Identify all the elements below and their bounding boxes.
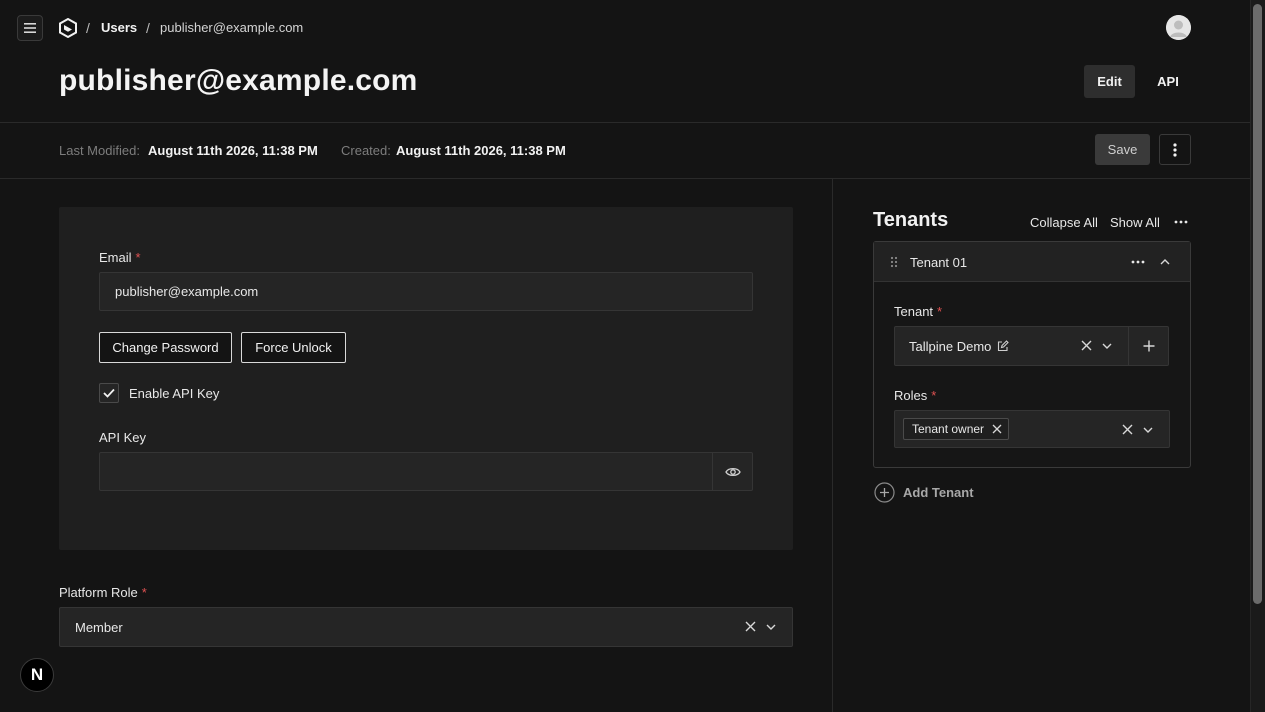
last-modified-label: Last Modified: <box>59 143 140 158</box>
tenant-label: Tenant * <box>894 304 942 319</box>
plus-icon <box>1143 340 1155 352</box>
platform-role-label: Platform Role * <box>59 585 147 600</box>
required-marker: * <box>931 388 937 403</box>
scrollbar-thumb[interactable] <box>1253 4 1262 604</box>
avatar-icon[interactable] <box>1166 15 1191 40</box>
nav-toggle-button[interactable] <box>17 15 43 41</box>
created-label: Created: <box>341 143 391 158</box>
tab-api[interactable]: API <box>1145 65 1191 98</box>
clear-icon[interactable] <box>745 621 756 632</box>
collapse-all-button[interactable]: Collapse All <box>1030 215 1098 230</box>
edit-icon[interactable] <box>997 340 1010 352</box>
divider <box>0 122 1250 123</box>
logo-icon[interactable] <box>58 18 78 38</box>
roles-label-text: Roles <box>894 388 928 403</box>
email-label: Email * <box>99 250 141 265</box>
api-key-label: API Key <box>99 430 146 445</box>
check-icon <box>103 388 115 398</box>
email-input[interactable]: publisher@example.com <box>99 272 753 311</box>
chevron-up-icon <box>1160 259 1170 265</box>
select-divider <box>1128 327 1129 365</box>
remove-chip-icon[interactable] <box>992 424 1002 434</box>
change-password-button[interactable]: Change Password <box>99 332 232 363</box>
more-horizontal-icon <box>1174 220 1188 224</box>
eye-icon <box>724 467 741 476</box>
tenant-row-more-button[interactable] <box>1131 260 1145 264</box>
api-key-input[interactable] <box>99 452 753 491</box>
roles-label: Roles * <box>894 388 936 403</box>
platform-role-value: Member <box>75 619 123 635</box>
more-options-button[interactable] <box>1159 134 1191 165</box>
email-label-text: Email <box>99 250 132 265</box>
required-marker: * <box>937 304 943 319</box>
last-modified-value: August 11th 2026, 11:38 PM <box>148 143 318 158</box>
more-vertical-icon <box>1173 142 1177 157</box>
breadcrumb-current: publisher@example.com <box>160 20 304 35</box>
auth-card <box>59 207 793 550</box>
drag-handle-icon[interactable] <box>890 256 898 268</box>
enable-api-key-label: Enable API Key <box>129 386 220 401</box>
force-unlock-button[interactable]: Force Unlock <box>241 332 346 363</box>
save-button[interactable]: Save <box>1095 134 1150 165</box>
add-tenant-label: Add Tenant <box>903 485 974 500</box>
tenants-more-button[interactable] <box>1174 220 1188 224</box>
email-input-value: publisher@example.com <box>115 284 259 299</box>
platform-role-select[interactable]: Member <box>59 607 793 647</box>
clear-icon[interactable] <box>1081 340 1092 351</box>
chevron-down-icon[interactable] <box>766 624 776 630</box>
divider <box>0 178 1250 179</box>
platform-role-label-text: Platform Role <box>59 585 138 600</box>
column-divider <box>832 179 833 712</box>
chevron-down-icon[interactable] <box>1143 427 1153 433</box>
enable-api-key-checkbox[interactable] <box>99 383 119 403</box>
add-circle-icon <box>874 482 895 503</box>
tenant-row-title: Tenant 01 <box>910 255 968 270</box>
add-tenant-option-button[interactable] <box>1143 340 1155 352</box>
tenant-label-text: Tenant <box>894 304 934 319</box>
role-chip-label: Tenant owner <box>912 422 985 436</box>
role-chip: Tenant owner <box>903 418 1010 440</box>
tenants-title: Tenants <box>873 209 949 231</box>
page-title: publisher@example.com <box>59 64 418 97</box>
add-tenant-button[interactable]: Add Tenant <box>874 482 974 503</box>
created-value: August 11th 2026, 11:38 PM <box>396 143 566 158</box>
breadcrumb-separator: / <box>146 20 150 36</box>
required-marker: * <box>141 585 147 600</box>
tenant-row-collapse-button[interactable] <box>1160 259 1170 265</box>
tenant-select-value: Tallpine Demo <box>909 338 992 354</box>
show-all-button[interactable]: Show All <box>1110 215 1160 230</box>
more-horizontal-icon <box>1131 260 1145 264</box>
chevron-down-icon[interactable] <box>1102 343 1112 349</box>
dev-tools-badge[interactable]: N <box>20 658 54 692</box>
breadcrumb-users-link[interactable]: Users <box>101 20 137 35</box>
toggle-api-key-visibility-button[interactable] <box>712 453 752 490</box>
menu-icon <box>24 23 36 33</box>
required-marker: * <box>135 250 141 265</box>
clear-icon[interactable] <box>1122 424 1133 435</box>
tab-edit[interactable]: Edit <box>1084 65 1135 98</box>
breadcrumb-separator: / <box>86 20 90 36</box>
